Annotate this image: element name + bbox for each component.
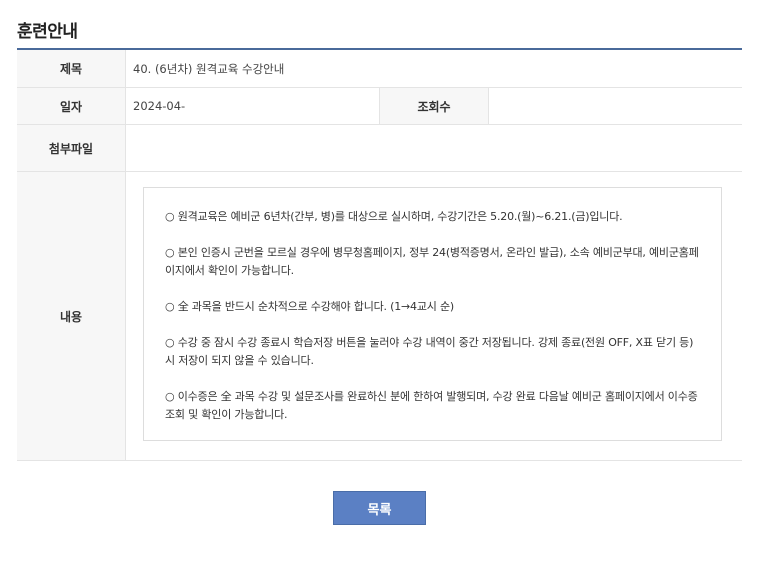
content-paragraph: ○ 全 과목을 반드시 순차적으로 수강해야 합니다. (1→4교시 순) [165, 300, 454, 313]
subject-value: 40. (6년차) 원격교육 수강안내 [133, 61, 285, 76]
date-row: 일자 2024-04- 조회수 [17, 88, 742, 125]
subject-row: 제목 40. (6년차) 원격교육 수강안내 [17, 50, 742, 88]
content-paragraph: ○ 이수증은 全 과목 수강 및 설문조사를 완료하신 분에 한하여 발행되며,… [165, 390, 698, 421]
content-row: 내용 ○ 원격교육은 예비군 6년차(간부, 병)를 대상으로 실시하며, 수강… [17, 172, 742, 461]
attachment-row: 첨부파일 [17, 125, 742, 172]
views-label: 조회수 [379, 88, 489, 124]
list-button[interactable]: 목록 [333, 491, 426, 525]
date-value: 2024-04- [133, 99, 186, 113]
content-paragraph: ○ 본인 인증시 군번을 모르실 경우에 병무청홈페이지, 정부 24(병적증명… [165, 246, 699, 277]
content-label: 내용 [17, 172, 126, 460]
content-paragraph: ○ 수강 중 잠시 수강 종료시 학습저장 버튼을 눌러야 수강 내역이 중간 … [165, 336, 694, 367]
date-label: 일자 [17, 88, 126, 124]
page-title: 훈련안내 [17, 22, 78, 42]
subject-label: 제목 [17, 50, 126, 87]
content-box: ○ 원격교육은 예비군 6년차(간부, 병)를 대상으로 실시하며, 수강기간은… [143, 187, 722, 441]
attachment-label: 첨부파일 [17, 125, 126, 171]
content-paragraph: ○ 원격교육은 예비군 6년차(간부, 병)를 대상으로 실시하며, 수강기간은… [165, 210, 623, 223]
